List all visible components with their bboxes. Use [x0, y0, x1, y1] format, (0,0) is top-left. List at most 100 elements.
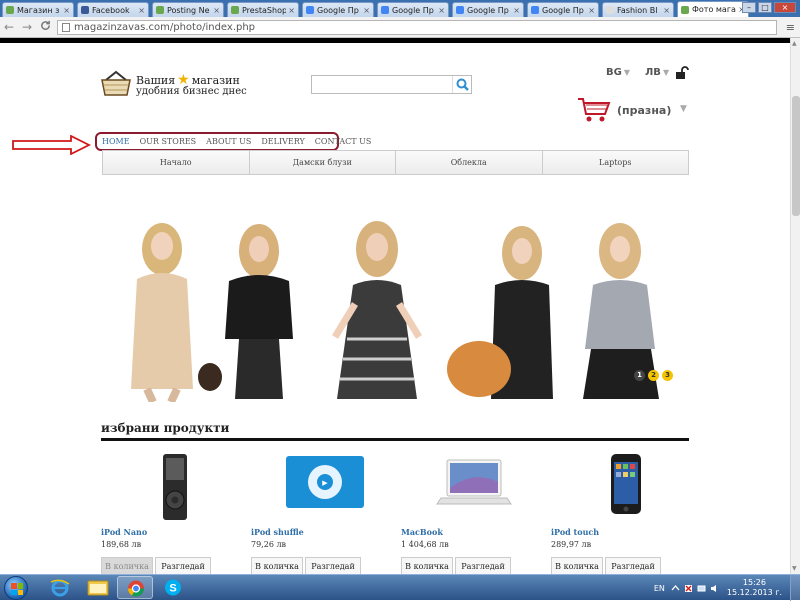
view-product-button[interactable]: Разгледай — [155, 557, 211, 575]
tab-close-icon[interactable]: × — [438, 6, 445, 15]
browser-tab-label: Fashion Bl — [617, 5, 658, 15]
page-top-bar — [0, 38, 790, 43]
macbook-icon[interactable] — [401, 448, 551, 524]
browser-tab[interactable]: Google Пр × — [302, 2, 374, 17]
browser-tab[interactable]: Google Пр × — [527, 2, 599, 17]
input-language-indicator[interactable]: EN — [654, 584, 665, 593]
top-menu-link[interactable]: DELIVERY — [261, 137, 304, 146]
reload-button[interactable] — [36, 20, 54, 34]
slider-dots: 123 — [634, 370, 673, 381]
add-to-cart-button[interactable]: В количка — [251, 557, 303, 575]
cart-chevron-down-icon[interactable]: ▼ — [680, 104, 687, 114]
tray-expand-icon[interactable] — [671, 584, 680, 593]
tab-close-icon[interactable]: × — [513, 6, 520, 15]
product-name[interactable]: iPod shuffle — [251, 527, 304, 537]
chrome-taskbar-button[interactable] — [117, 576, 153, 599]
category-tab[interactable]: Начало — [103, 151, 250, 174]
browser-menu-icon[interactable]: ≡ — [786, 21, 795, 34]
forward-button[interactable]: → — [18, 20, 36, 34]
product-name[interactable]: iPod Nano — [101, 527, 147, 537]
browser-tab[interactable]: Фото магаз× — [677, 1, 749, 17]
browser-tab[interactable]: Fashion Bl × — [602, 2, 674, 17]
tab-close-icon[interactable]: × — [663, 6, 670, 15]
top-menu-link[interactable]: HOME — [102, 137, 130, 146]
page-scrollbar[interactable]: ▲ ▼ — [790, 38, 800, 574]
show-desktop-button[interactable] — [790, 575, 800, 601]
top-menu-link[interactable]: CONTACT US — [315, 137, 372, 146]
product-name[interactable]: MacBook — [401, 527, 443, 537]
view-product-button[interactable]: Разгледай — [455, 557, 511, 575]
product-name[interactable]: iPod touch — [551, 527, 599, 537]
favicon-icon — [381, 6, 389, 14]
network-icon[interactable] — [697, 584, 706, 593]
explorer-taskbar-button[interactable] — [80, 576, 116, 599]
add-to-cart-button[interactable]: В количка — [101, 557, 153, 575]
back-button[interactable]: ← — [0, 20, 18, 34]
tab-close-icon[interactable]: × — [213, 6, 220, 15]
browser-tab-label: Google Пр — [392, 5, 434, 15]
slider-dot[interactable]: 3 — [662, 370, 673, 381]
start-button[interactable] — [4, 576, 28, 600]
skype-taskbar-button[interactable]: S — [155, 576, 191, 599]
clock[interactable]: 15:26 15.12.2013 г. — [727, 578, 782, 598]
scroll-down-icon[interactable]: ▼ — [792, 565, 797, 572]
currency-selector[interactable]: ЛВ ▼ — [645, 67, 669, 78]
ipod-touch-icon[interactable] — [551, 448, 701, 524]
slider-dot[interactable]: 1 — [634, 370, 645, 381]
product-price: 79,26 лв — [251, 540, 287, 549]
product-price: 189,68 лв — [101, 540, 142, 549]
browser-tab[interactable]: Facebook × — [77, 2, 149, 17]
hero-banner[interactable] — [107, 219, 683, 402]
language-selector[interactable]: BG ▼ — [606, 67, 630, 78]
slider-dot[interactable]: 2 — [648, 370, 659, 381]
browser-tab[interactable]: Google Пр × — [452, 2, 524, 17]
minimize-button[interactable]: – — [742, 2, 756, 13]
cart-icon[interactable] — [577, 96, 611, 124]
ie-taskbar-button[interactable] — [42, 576, 78, 599]
volume-icon[interactable] — [710, 584, 719, 593]
ipod-nano-icon[interactable] — [101, 448, 251, 524]
address-bar[interactable]: magazinzavas.com/photo/index.php — [57, 20, 777, 35]
annotation-arrow-icon — [12, 135, 91, 155]
lock-icon[interactable] — [675, 66, 689, 80]
view-product-button[interactable]: Разгледай — [305, 557, 361, 575]
view-product-button[interactable]: Разгледай — [605, 557, 661, 575]
scrollbar-thumb[interactable] — [792, 96, 800, 216]
flag-icon[interactable] — [684, 584, 693, 593]
tab-close-icon[interactable]: × — [138, 6, 145, 15]
scroll-up-icon[interactable]: ▲ — [792, 40, 797, 47]
product-card: MacBook 1 404,68 лв В количка Разгледай — [401, 448, 551, 578]
tab-close-icon[interactable]: × — [288, 6, 295, 15]
browser-tab[interactable]: Posting Ne × — [152, 2, 224, 17]
maximize-button[interactable]: □ — [758, 2, 772, 13]
close-window-button[interactable]: × — [774, 2, 796, 13]
tab-close-icon[interactable]: × — [363, 6, 370, 15]
windows-logo-icon — [11, 583, 23, 595]
category-tab[interactable]: Облекла — [396, 151, 543, 174]
top-menu-link[interactable]: ABOUT US — [206, 137, 251, 146]
add-to-cart-button[interactable]: В количка — [551, 557, 603, 575]
category-tab[interactable]: Дамски блузи — [250, 151, 396, 174]
browser-toolbar: ← → magazinzavas.com/photo/index.php ≡ — [0, 17, 800, 38]
browser-tab[interactable]: Магазин з × — [2, 2, 74, 17]
browser-tab[interactable]: PrestaShop × — [227, 2, 299, 17]
featured-products-title: избрани продукти — [101, 421, 230, 435]
category-bar: Начало Дамски блузи Облекла Laptops — [102, 150, 689, 175]
top-menu-link[interactable]: OUR STORES — [140, 137, 197, 146]
product-actions: В количка Разгледай — [401, 557, 511, 575]
shop-logo[interactable]: Вашия ★ магазин удобния бизнес днес — [100, 66, 247, 102]
add-to-cart-button[interactable]: В количка — [401, 557, 453, 575]
search-button[interactable] — [452, 76, 471, 93]
browser-tab-label: Фото магаз — [692, 5, 737, 14]
browser-tab[interactable]: Google Пр × — [377, 2, 449, 17]
cart-status[interactable]: (празна) — [617, 104, 671, 117]
favicon-icon — [606, 6, 614, 14]
favicon-icon — [456, 6, 464, 14]
category-tab[interactable]: Laptops — [543, 151, 689, 174]
tab-close-icon[interactable]: × — [588, 6, 595, 15]
ipod-shuffle-icon[interactable]: ▶ — [251, 448, 401, 524]
tab-close-icon[interactable]: × — [63, 6, 70, 15]
favicon-icon — [681, 5, 689, 14]
chevron-down-icon: ▼ — [623, 68, 630, 77]
search-input[interactable] — [312, 79, 452, 97]
